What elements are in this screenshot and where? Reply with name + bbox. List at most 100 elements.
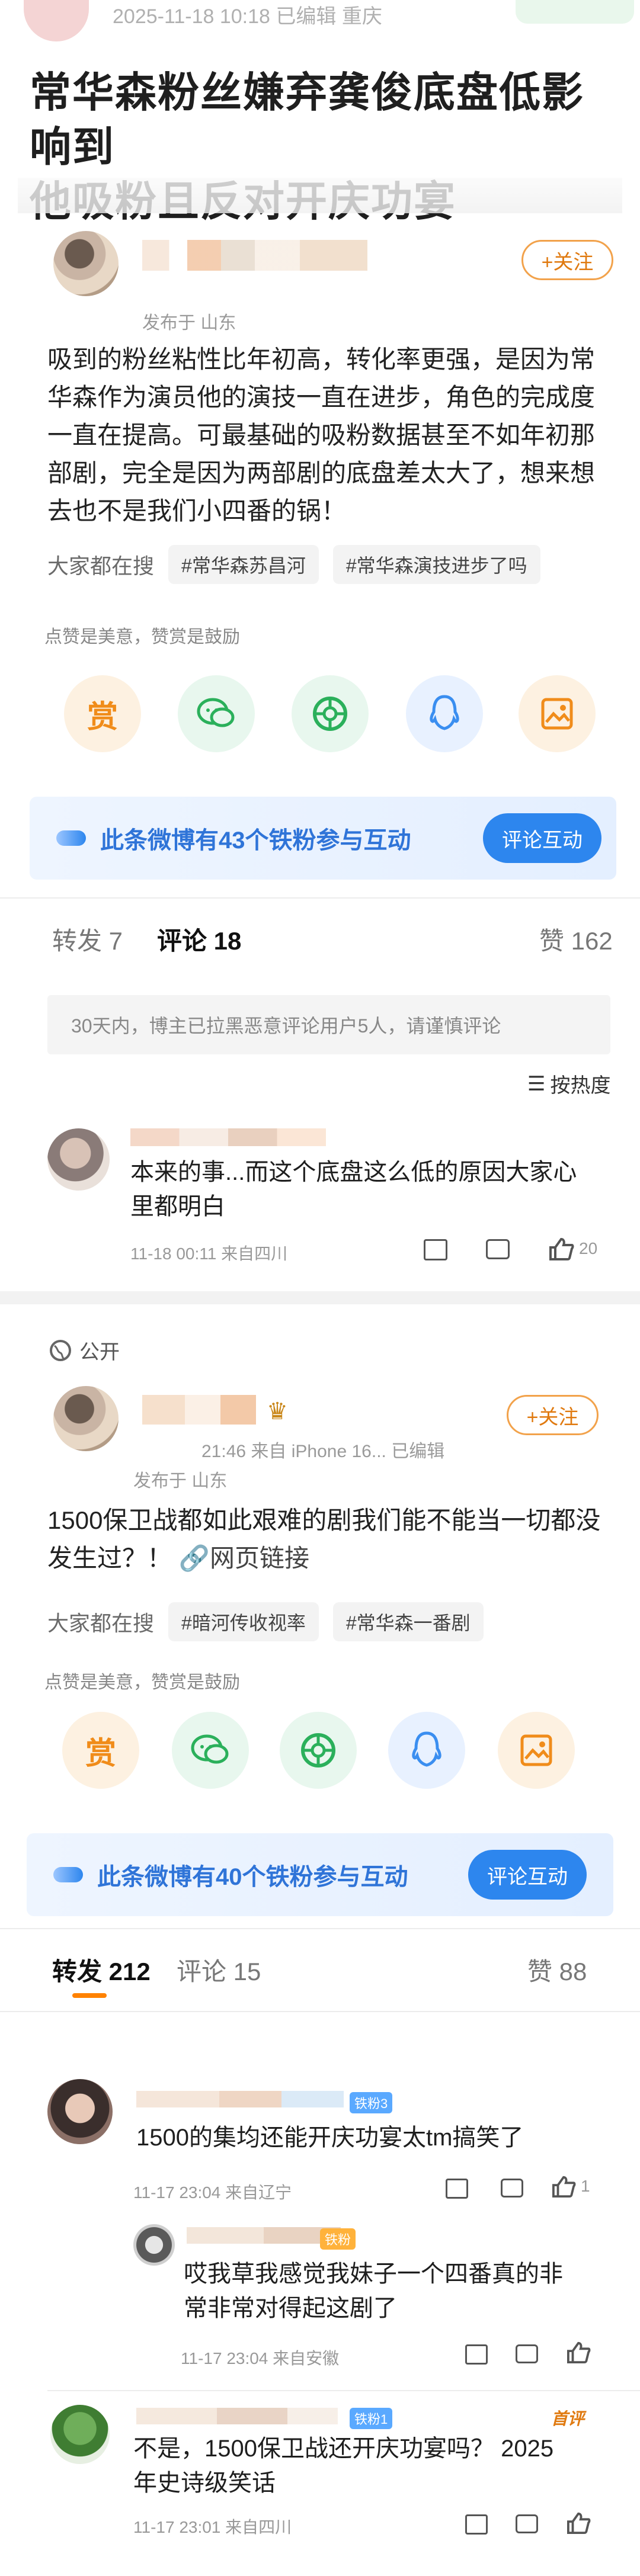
post-location: 发布于 山东 [133,1471,228,1491]
hot-search-row: 大家都在搜 #暗河传收视率 #常华森一番剧 [47,1602,484,1641]
sort-icon: ☰ [527,1072,546,1095]
section-divider [0,1291,640,1304]
image-save-icon [541,698,573,730]
hot-search-tag[interactable]: #常华森苏昌河 [168,545,319,584]
reply-avatar[interactable] [133,2224,175,2266]
comment-username-blurred [130,1128,326,1146]
qq-share-button[interactable] [388,1712,465,1789]
wechat-icon [191,1734,229,1764]
qq-icon [412,1731,441,1767]
tab-comment[interactable]: 评论 18 [157,921,241,957]
reply-icon[interactable] [516,2514,538,2533]
like-count: 1 [581,2177,590,2195]
hot-search-label: 大家都在搜 [47,554,155,578]
comment-meta: 11-18 00:11 来自四川 [130,1244,288,1263]
tab-repost[interactable]: 转发 212 [52,1952,151,1988]
follow-button[interactable]: +关注 [521,240,613,280]
reward-button[interactable]: 赏 [64,675,141,752]
visibility-indicator: 公开 [49,1336,120,1365]
comment-avatar[interactable] [47,1128,110,1191]
web-link[interactable]: 🔗网页链接 [179,1544,309,1572]
thumb-up-icon [549,1237,574,1260]
comment-avatar[interactable] [50,2405,110,2464]
save-image-button[interactable] [519,675,596,752]
reward-caption: 点赞是美意，赞赏是鼓励 [44,627,240,647]
wechat-share-button[interactable] [178,675,255,752]
search-bar-faded [18,178,622,213]
save-image-button[interactable] [498,1712,575,1789]
fan-interaction-banner: 此条微博有40个铁粉参与互动 评论互动 [27,1833,613,1916]
thumb-up-icon [567,2512,591,2534]
moments-share-button[interactable] [280,1712,357,1789]
like-button[interactable] [566,2341,591,2366]
reply-icon[interactable] [486,1239,510,1259]
hot-search-tag[interactable]: #暗河传收视率 [168,1602,319,1641]
hot-search-tag[interactable]: #常华森一番剧 [332,1602,484,1641]
hot-search-tag[interactable]: #常华森演技进步了吗 [332,545,540,584]
reward-caption: 点赞是美意，赞赏是鼓励 [44,1673,240,1692]
comment-avatar[interactable] [47,2079,113,2144]
divider [47,2390,640,2391]
reply-text: 哎我草我感觉我妹子一个四番真的非 常非常对得起这剧了 [184,2261,563,2321]
active-tab-indicator [72,1993,107,1998]
thumb-up-icon [552,2176,576,2198]
crown-icon: ♛ [267,1398,288,1425]
like-button[interactable] [566,2511,591,2537]
thumb-up-icon [567,2341,591,2363]
reply-icon[interactable] [516,2344,538,2363]
like-button[interactable]: 1 [551,2175,590,2198]
moments-share-button[interactable] [292,675,369,752]
share-icon[interactable] [446,2179,468,2199]
reward-button[interactable]: 赏 [62,1712,139,1789]
globe-icon [50,1339,71,1361]
follow-status-pill[interactable] [516,0,634,24]
comment-text: 不是，1500保卫战还开庆功宴吗？ 2025 年史诗级笑话 [133,2436,554,2496]
reply-icon[interactable] [501,2179,523,2198]
first-comment-tag: 首评 [551,2410,585,2428]
user-avatar[interactable] [53,1386,119,1451]
comment-username-blurred [136,2091,344,2107]
hot-search-row: 大家都在搜 #常华森苏昌河 #常华森演技进步了吗 [47,545,540,584]
share-icon[interactable] [465,2344,488,2365]
fan-badge: 铁粉3 [350,2092,393,2113]
fan-banner-text: 此条微博有40个铁粉参与互动 [97,1864,408,1890]
tab-like[interactable]: 赞 162 [539,921,613,957]
hot-search-label: 大家都在搜 [47,1611,155,1635]
moderation-notice: 30天内，博主已拉黑恶意评论用户5人，请谨慎评论 [47,995,610,1054]
moments-icon [313,697,347,731]
post-date: 2025-11-18 10:18 已编辑 重庆 [113,5,382,28]
user-avatar[interactable] [53,231,119,296]
tab-like[interactable]: 赞 88 [527,1952,587,1988]
avatar[interactable] [24,0,89,41]
tab-comment[interactable]: 评论 15 [177,1952,261,1988]
moments-icon [301,1733,335,1767]
qq-icon [430,695,459,730]
reward-icon: 赏 [87,700,118,734]
fan-interaction-banner: 此条微博有43个铁粉参与互动 评论互动 [30,797,616,880]
post-location: 发布于 山东 [142,313,236,333]
post-body: 吸到的粉丝粘性比年初高，转化率更强，是因为常华森作为演员他的演技一直在进步，角色… [47,345,596,525]
sort-toggle[interactable]: ☰ 按热度 [527,1069,610,1098]
divider [0,897,640,899]
share-icon[interactable] [424,1239,447,1260]
username-blurred [142,1395,284,1425]
comment-interact-button[interactable]: 评论互动 [483,813,601,863]
fan-badge: 铁粉 [320,2228,356,2250]
image-save-icon [520,1734,552,1766]
divider [0,1928,640,1929]
follow-button[interactable]: +关注 [507,1395,599,1435]
comment-text: 1500的集均还能开庆功宴太tm搞笑了 [136,2125,524,2151]
comment-meta: 11-17 23:04 来自辽宁 [133,2183,292,2202]
like-button[interactable]: 20 [548,1237,597,1260]
qq-share-button[interactable] [406,675,483,752]
wechat-share-button[interactable] [172,1712,249,1789]
share-icon[interactable] [465,2514,488,2535]
fan-icon [56,830,86,846]
comment-meta: 11-17 23:01 来自四川 [133,2518,292,2536]
comment-interact-button[interactable]: 评论互动 [468,1850,587,1900]
tab-repost[interactable]: 转发 7 [52,921,123,957]
username-blurred [142,240,367,271]
post-meta: 21:46 来自 iPhone 16... 已编辑 [201,1442,445,1461]
like-count: 20 [579,1239,598,1257]
reward-icon: 赏 [85,1736,116,1771]
